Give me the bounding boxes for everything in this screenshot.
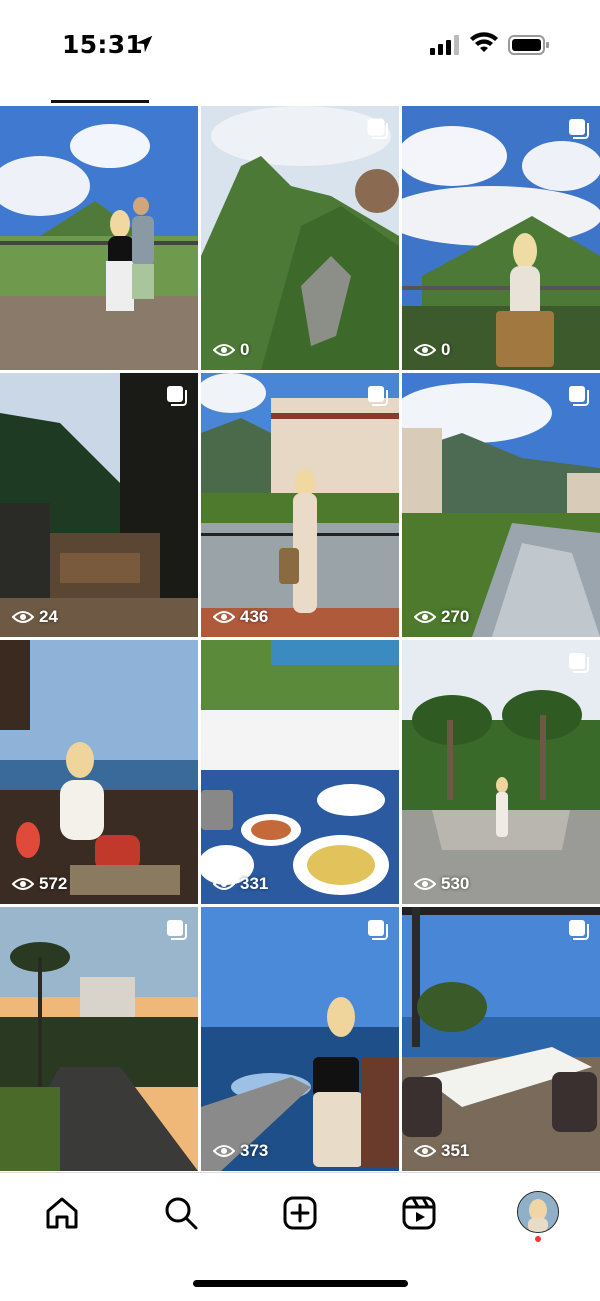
eye-icon bbox=[414, 344, 436, 356]
avatar-image bbox=[518, 1192, 558, 1232]
nav-create[interactable] bbox=[280, 1193, 320, 1233]
reels-icon bbox=[402, 1196, 436, 1230]
carousel-icon bbox=[569, 386, 589, 406]
nav-home[interactable] bbox=[42, 1193, 82, 1233]
carousel-icon bbox=[167, 920, 187, 940]
nav-reels[interactable] bbox=[399, 1193, 439, 1233]
view-count-label: 331 bbox=[240, 874, 269, 893]
post-tile[interactable]: 270 bbox=[402, 373, 600, 637]
view-count: 351 bbox=[414, 1141, 469, 1161]
view-count-label: 24 bbox=[39, 607, 58, 626]
view-count: 270 bbox=[414, 607, 469, 627]
post-image bbox=[201, 373, 399, 637]
view-count: 24 bbox=[12, 607, 58, 627]
profile-avatar[interactable] bbox=[517, 1191, 559, 1233]
post-image bbox=[0, 106, 198, 370]
view-count-label: 436 bbox=[240, 607, 269, 626]
view-count: 0 bbox=[213, 340, 249, 360]
status-bar: 15:31 bbox=[0, 0, 600, 90]
eye-icon bbox=[414, 878, 436, 890]
view-count: 373 bbox=[213, 1141, 268, 1161]
view-count-label: 0 bbox=[441, 340, 451, 359]
view-count-label: 373 bbox=[240, 1141, 269, 1160]
post-tile[interactable]: 0 bbox=[201, 106, 399, 370]
view-count: 530 bbox=[414, 874, 469, 894]
post-tile[interactable]: 351 bbox=[402, 907, 600, 1171]
view-count: 0 bbox=[414, 340, 450, 360]
post-grid: 0 0 24 436 270 572 331 530 373 351 bbox=[0, 106, 600, 1172]
signal-icon bbox=[430, 35, 459, 55]
post-tile[interactable] bbox=[0, 106, 198, 370]
battery-icon bbox=[508, 35, 549, 55]
post-tile[interactable]: 572 bbox=[0, 640, 198, 904]
post-image bbox=[201, 640, 399, 904]
search-icon bbox=[165, 1197, 198, 1230]
post-tile[interactable]: 530 bbox=[402, 640, 600, 904]
post-image bbox=[201, 907, 399, 1171]
eye-icon bbox=[414, 611, 436, 623]
notification-dot bbox=[535, 1236, 541, 1242]
location-arrow-icon bbox=[135, 35, 153, 53]
create-icon bbox=[283, 1196, 317, 1230]
post-image bbox=[0, 373, 198, 637]
eye-icon bbox=[213, 611, 235, 623]
view-count-label: 572 bbox=[39, 874, 68, 893]
eye-icon bbox=[12, 611, 34, 623]
eye-icon bbox=[213, 878, 235, 890]
post-tile[interactable]: 436 bbox=[201, 373, 399, 637]
carousel-icon bbox=[368, 920, 388, 940]
status-time: 15:31 bbox=[62, 30, 144, 59]
post-image bbox=[402, 640, 600, 904]
post-image bbox=[402, 907, 600, 1171]
carousel-icon bbox=[569, 119, 589, 139]
view-count-label: 530 bbox=[441, 874, 470, 893]
eye-icon bbox=[414, 1145, 436, 1157]
carousel-icon bbox=[569, 920, 589, 940]
post-image bbox=[0, 640, 198, 904]
nav-search[interactable] bbox=[161, 1193, 201, 1233]
view-count-label: 351 bbox=[441, 1141, 470, 1160]
view-count: 331 bbox=[213, 874, 268, 894]
view-count-label: 0 bbox=[240, 340, 250, 359]
wifi-icon bbox=[470, 32, 498, 52]
carousel-icon bbox=[167, 386, 187, 406]
grid-tab-indicator bbox=[51, 100, 149, 103]
post-image bbox=[402, 373, 600, 637]
post-tile[interactable]: 331 bbox=[201, 640, 399, 904]
view-count: 436 bbox=[213, 607, 268, 627]
post-image bbox=[201, 106, 399, 370]
post-tile[interactable]: 24 bbox=[0, 373, 198, 637]
post-image bbox=[0, 907, 198, 1171]
post-tile[interactable]: 373 bbox=[201, 907, 399, 1171]
home-indicator bbox=[193, 1280, 408, 1287]
post-tile[interactable]: 0 bbox=[402, 106, 600, 370]
eye-icon bbox=[213, 1145, 235, 1157]
view-count-label: 270 bbox=[441, 607, 470, 626]
eye-icon bbox=[12, 878, 34, 890]
carousel-icon bbox=[569, 653, 589, 673]
post-tile[interactable] bbox=[0, 907, 198, 1171]
carousel-icon bbox=[368, 386, 388, 406]
home-icon bbox=[46, 1197, 78, 1229]
post-image bbox=[402, 106, 600, 370]
carousel-icon bbox=[367, 118, 388, 139]
view-count: 572 bbox=[12, 874, 67, 894]
eye-icon bbox=[213, 344, 235, 356]
